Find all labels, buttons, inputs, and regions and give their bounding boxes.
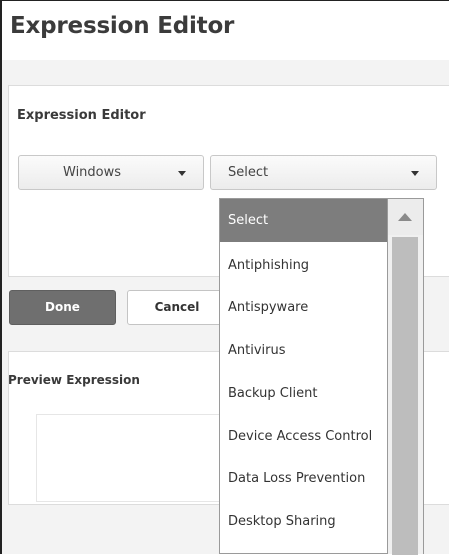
os-dropdown[interactable]: Windows	[18, 155, 204, 190]
category-dropdown-value: Select	[228, 165, 269, 180]
option-data-loss-prevention[interactable]: Data Loss Prevention	[220, 457, 387, 500]
scroll-up-button[interactable]	[388, 199, 423, 235]
cancel-button[interactable]: Cancel	[127, 290, 227, 325]
category-dropdown[interactable]: Select	[210, 155, 437, 190]
chevron-down-icon	[411, 171, 419, 176]
option-antiphishing[interactable]: Antiphishing	[220, 244, 387, 287]
chevron-down-icon	[178, 171, 186, 176]
category-options-list[interactable]: Select Antiphishing Antispyware Antiviru…	[219, 198, 388, 554]
preview-expression-heading: Preview Expression	[8, 373, 140, 387]
dialog-title: Expression Editor	[10, 13, 235, 39]
scroll-up-arrow-icon	[398, 213, 412, 221]
scrollbar-thumb[interactable]	[392, 237, 418, 555]
option-desktop-sharing[interactable]: Desktop Sharing	[220, 500, 387, 543]
dialog-header: Expression Editor	[2, 1, 449, 61]
preview-expression-box	[36, 414, 226, 502]
option-select[interactable]: Select	[220, 199, 387, 242]
options-scrollbar[interactable]	[388, 198, 424, 555]
option-antispyware[interactable]: Antispyware	[220, 286, 387, 329]
option-backup-client[interactable]: Backup Client	[220, 372, 387, 415]
done-button[interactable]: Done	[9, 290, 116, 325]
option-antivirus[interactable]: Antivirus	[220, 329, 387, 372]
os-dropdown-value: Windows	[63, 165, 122, 180]
option-device-access-control[interactable]: Device Access Control	[220, 415, 387, 458]
expression-editor-heading: Expression Editor	[17, 108, 146, 123]
